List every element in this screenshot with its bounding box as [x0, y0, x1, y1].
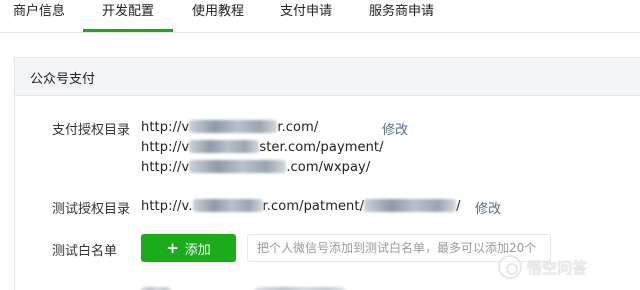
test-auth-dir-label: 测试授权目录	[52, 202, 131, 217]
redacted-text	[192, 199, 263, 212]
pay-auth-url-1: http://v r.com/	[141, 120, 319, 135]
tab-tutorial[interactable]: 使用教程	[192, 3, 244, 21]
plus-icon: +	[166, 239, 179, 257]
test-auth-edit-link[interactable]: 修改	[475, 198, 501, 217]
redacted-text	[189, 160, 287, 173]
tab-service-provider-apply[interactable]: 服务商申请	[369, 3, 434, 21]
panel-title: 公众号支付	[30, 72, 96, 87]
add-button-label: 添加	[184, 242, 211, 258]
wukong-watermark: 悟空问答	[498, 252, 587, 282]
test-auth-url: http://v. r.com/patment//	[141, 199, 461, 214]
tab-merchant-info[interactable]: 商户信息	[13, 3, 65, 21]
whitelist-table-header-partial	[141, 282, 345, 290]
pay-auth-url-3: http://v .com/wxpay/	[141, 160, 371, 175]
redacted-text	[189, 120, 278, 133]
tab-dev-config[interactable]: 开发配置	[102, 3, 154, 21]
top-tab-bar: 商户信息 开发配置 使用教程 支付申请 服务商申请	[0, 0, 640, 33]
wukong-logo-icon	[498, 255, 522, 279]
redacted-text	[189, 140, 260, 153]
test-whitelist-label: 测试白名单	[52, 244, 118, 259]
panel-header: 公众号支付	[15, 58, 640, 96]
pay-auth-edit-link[interactable]: 修改	[382, 119, 408, 138]
pay-auth-dir-label: 支付授权目录	[52, 123, 131, 138]
redacted-text	[364, 199, 457, 212]
watermark-text: 悟空问答	[527, 258, 588, 277]
active-tab-indicator	[83, 29, 173, 32]
add-whitelist-button[interactable]: + 添加	[141, 234, 236, 262]
pay-auth-url-2: http://v ster.com/payment/	[141, 140, 384, 155]
tab-payment-apply[interactable]: 支付申请	[280, 3, 332, 21]
